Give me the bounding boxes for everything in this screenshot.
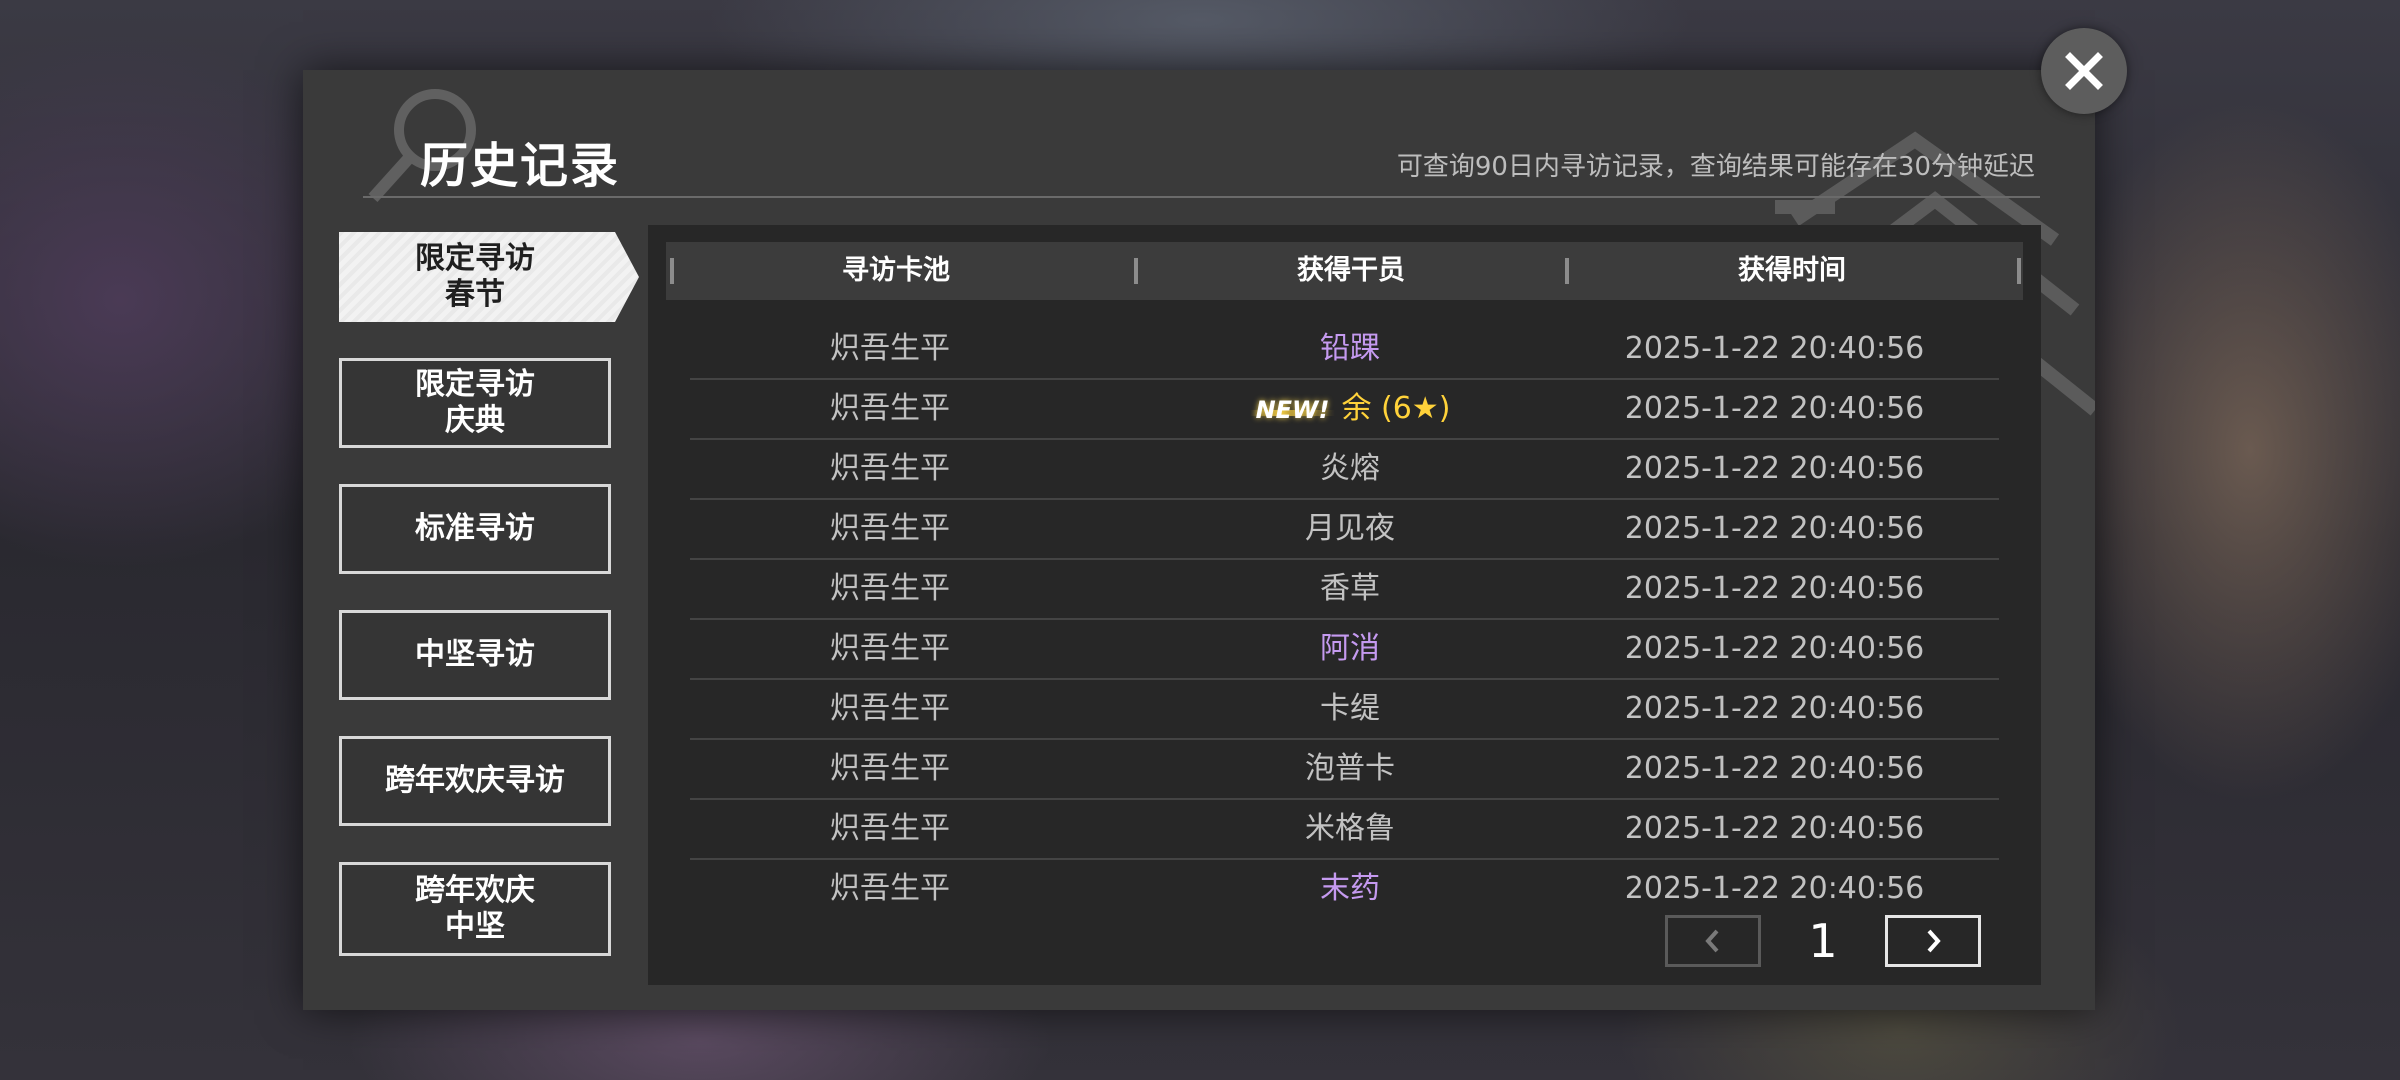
query-hint-text: 可查询90日内寻访记录，查询结果可能存在30分钟延迟	[1396, 152, 2035, 182]
banner-sidebar: 限定寻访 春节 限定寻访 庆典 标准寻访 中坚寻访 跨年欢庆寻访 跨年欢庆 中坚	[339, 232, 639, 992]
sidebar-item-sublabel: 庆典	[445, 403, 505, 438]
header-separator	[2017, 258, 2021, 284]
close-icon	[2065, 52, 2103, 90]
operator-name: 月见夜	[1305, 511, 1395, 546]
time-cell: 2025-1-22 20:40:56	[1624, 511, 1925, 546]
table-header: 寻访卡池 获得干员 获得时间	[666, 242, 2023, 300]
sidebar-item-label: 跨年欢庆	[415, 873, 535, 908]
pool-cell: 炽吾生平	[830, 331, 950, 366]
table-row: 炽吾生平 卡缇 2025-1-22 20:40:56	[690, 680, 1999, 740]
new-badge: NEW!	[1249, 381, 1336, 439]
column-header-time: 获得时间	[1738, 255, 1846, 286]
table-row: 炽吾生平 香草 2025-1-22 20:40:56	[690, 560, 1999, 620]
table-row: 炽吾生平 米格鲁 2025-1-22 20:40:56	[690, 800, 1999, 860]
time-cell: 2025-1-22 20:40:56	[1624, 451, 1925, 486]
operator-name: 炎熔	[1320, 451, 1380, 486]
operator-cell: 月见夜	[1150, 500, 1550, 558]
table-row: 炽吾生平 铅踝 2025-1-22 20:40:56	[690, 320, 1999, 380]
title-divider	[363, 196, 2040, 198]
pool-cell: 炽吾生平	[830, 571, 950, 606]
table-row: 炽吾生平 NEW! 余 (6★) 2025-1-22 20:40:56	[690, 380, 1999, 440]
pool-cell: 炽吾生平	[830, 511, 950, 546]
sidebar-item-label: 限定寻访	[415, 241, 535, 276]
page-number: 1	[1808, 914, 1838, 968]
operator-name: 铅踝	[1320, 331, 1380, 366]
pool-cell: 炽吾生平	[830, 871, 950, 906]
history-dialog: 历史记录 可查询90日内寻访记录，查询结果可能存在30分钟延迟 限定寻访 春节 …	[303, 70, 2095, 1010]
time-cell: 2025-1-22 20:40:56	[1624, 631, 1925, 666]
time-cell: 2025-1-22 20:40:56	[1624, 391, 1925, 426]
table-row: 炽吾生平 月见夜 2025-1-22 20:40:56	[690, 500, 1999, 560]
operator-cell: 阿消	[1150, 620, 1550, 678]
operator-name: 卡缇	[1320, 691, 1380, 726]
pool-cell: 炽吾生平	[830, 751, 950, 786]
time-cell: 2025-1-22 20:40:56	[1624, 691, 1925, 726]
operator-cell: 泡普卡	[1150, 740, 1550, 798]
sidebar-item-standard[interactable]: 标准寻访	[339, 484, 611, 574]
time-cell: 2025-1-22 20:40:56	[1624, 751, 1925, 786]
operator-cell: NEW! 余 (6★)	[1150, 380, 1550, 439]
pool-cell: 炽吾生平	[830, 691, 950, 726]
operator-cell: 末药	[1150, 860, 1550, 918]
operator-cell: 香草	[1150, 560, 1550, 618]
sidebar-item-label: 限定寻访	[415, 367, 535, 402]
sidebar-item-label: 中坚寻访	[415, 637, 535, 672]
header-separator	[670, 258, 674, 284]
sidebar-item-label: 标准寻访	[415, 511, 535, 546]
sidebar-item-limited-spring[interactable]: 限定寻访 春节	[339, 232, 639, 322]
pool-cell: 炽吾生平	[830, 391, 950, 426]
operator-cell: 米格鲁	[1150, 800, 1550, 858]
history-table: 寻访卡池 获得干员 获得时间 炽吾生平 铅踝 2025-1-22 20:40:56 炽…	[648, 225, 2041, 985]
next-page-button[interactable]	[1885, 915, 1981, 967]
table-row: 炽吾生平 阿消 2025-1-22 20:40:56	[690, 620, 1999, 680]
time-cell: 2025-1-22 20:40:56	[1624, 811, 1925, 846]
column-header-pool: 寻访卡池	[842, 255, 950, 286]
sidebar-item-sublabel: 中坚	[445, 909, 505, 944]
sidebar-item-label: 跨年欢庆寻访	[385, 763, 565, 798]
table-row: 炽吾生平 炎熔 2025-1-22 20:40:56	[690, 440, 1999, 500]
table-row: 炽吾生平 末药 2025-1-22 20:40:56	[690, 860, 1999, 918]
sidebar-item-new-year-core[interactable]: 跨年欢庆 中坚	[339, 862, 611, 956]
operator-name: 余 (6★)	[1341, 391, 1451, 426]
page-title: 历史记录	[420, 138, 621, 194]
time-cell: 2025-1-22 20:40:56	[1624, 331, 1925, 366]
chevron-left-icon	[1705, 929, 1719, 953]
operator-name: 香草	[1320, 571, 1380, 606]
sidebar-item-new-year[interactable]: 跨年欢庆寻访	[339, 736, 611, 826]
operator-cell: 铅踝	[1150, 320, 1550, 378]
table-row: 炽吾生平 泡普卡 2025-1-22 20:40:56	[690, 740, 1999, 800]
close-button[interactable]	[2041, 28, 2127, 114]
pool-cell: 炽吾生平	[830, 631, 950, 666]
sidebar-item-limited-celebration[interactable]: 限定寻访 庆典	[339, 358, 611, 448]
prev-page-button[interactable]	[1665, 915, 1761, 967]
operator-cell: 炎熔	[1150, 440, 1550, 498]
operator-name: 泡普卡	[1305, 751, 1395, 786]
chevron-right-icon	[1927, 929, 1941, 953]
operator-name: 末药	[1320, 871, 1380, 906]
time-cell: 2025-1-22 20:40:56	[1624, 571, 1925, 606]
column-header-operator: 获得干员	[1297, 255, 1405, 286]
time-cell: 2025-1-22 20:40:56	[1624, 871, 1925, 906]
operator-name: 米格鲁	[1305, 811, 1395, 846]
operator-cell: 卡缇	[1150, 680, 1550, 738]
pool-cell: 炽吾生平	[830, 451, 950, 486]
table-body: 炽吾生平 铅踝 2025-1-22 20:40:56 炽吾生平 NEW! 余 (6★) 20…	[690, 320, 1999, 918]
sidebar-item-core[interactable]: 中坚寻访	[339, 610, 611, 700]
operator-name: 阿消	[1320, 631, 1380, 666]
pool-cell: 炽吾生平	[830, 811, 950, 846]
sidebar-item-sublabel: 春节	[445, 277, 505, 312]
